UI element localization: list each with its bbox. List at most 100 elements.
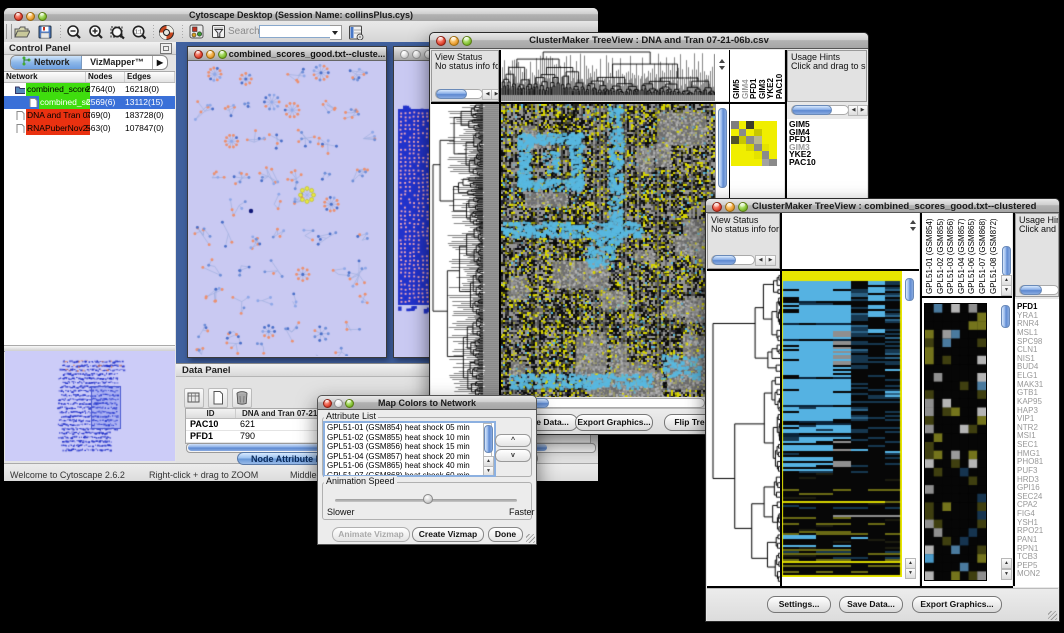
matrix-cell[interactable]: [731, 136, 739, 144]
matrix-cell[interactable]: [754, 121, 762, 129]
matrix-cell[interactable]: [769, 159, 777, 167]
matrix-cell[interactable]: [769, 151, 777, 159]
matrix-cell[interactable]: [746, 136, 754, 144]
matrix-cell[interactable]: [739, 121, 747, 129]
scrollbar-thumb[interactable]: [1020, 285, 1042, 295]
create-vizmap-button[interactable]: Create Vizmap: [412, 527, 484, 542]
matrix-cell[interactable]: [754, 151, 762, 159]
matrix-cell[interactable]: [746, 159, 754, 167]
save-data-button[interactable]: Save Data...: [839, 596, 903, 613]
vizmapper-icon[interactable]: [189, 24, 206, 40]
tv2-zoom-vscrollbar[interactable]: ▲ ▼: [1000, 303, 1011, 581]
scrollbar-thumb[interactable]: [718, 108, 727, 188]
save-icon[interactable]: [37, 24, 54, 40]
attribute-list-item[interactable]: GPL51-03 (GSM856) heat shock 15 min: [325, 442, 494, 452]
tv2-vscrollbar[interactable]: ▲ ▼: [902, 271, 919, 586]
scrollbar-thumb[interactable]: [1001, 305, 1010, 328]
open-folder-icon[interactable]: [13, 24, 30, 40]
resize-grip[interactable]: [526, 534, 535, 543]
view-status-hscrollbar[interactable]: ◀ ▶: [435, 89, 497, 99]
minimize-button[interactable]: [412, 50, 421, 59]
search-input[interactable]: [259, 25, 336, 38]
scrollbar-thumb[interactable]: [436, 89, 467, 99]
zoom-in-icon[interactable]: [88, 24, 105, 40]
toolbar-drag-handle[interactable]: [6, 24, 12, 39]
move-up-button[interactable]: ^: [495, 434, 531, 447]
scroll-down-button[interactable]: ▼: [905, 568, 916, 579]
matrix-cell[interactable]: [739, 136, 747, 144]
scrollbar-thumb[interactable]: [712, 255, 736, 265]
matrix-cell[interactable]: [762, 136, 770, 144]
scroll-right-button[interactable]: ▶: [857, 105, 868, 116]
matrix-cell[interactable]: [754, 159, 762, 167]
scrollbar-thumb[interactable]: [905, 278, 914, 301]
zoom-selected-icon[interactable]: 1:1: [131, 24, 148, 40]
settings-button[interactable]: Settings...: [767, 596, 831, 613]
matrix-cell[interactable]: [769, 144, 777, 152]
matrix-cell[interactable]: [746, 129, 754, 137]
tab-network[interactable]: Network: [11, 56, 82, 69]
resize-grip[interactable]: [1048, 611, 1057, 620]
help-lifesaver-icon[interactable]: [158, 24, 175, 40]
scroll-down-button[interactable]: ▼: [1001, 569, 1012, 580]
network-view-titlebar[interactable]: combined_scores_good.txt--cluste...: [188, 47, 386, 61]
matrix-cell[interactable]: [731, 129, 739, 137]
export-graphics-button[interactable]: Export Graphics...: [912, 596, 1002, 613]
column-header-nodes[interactable]: Nodes: [86, 72, 125, 82]
tab-vizmapper[interactable]: VizMapper™: [82, 56, 153, 69]
treeview2-titlebar[interactable]: ClusterMaker TreeView : combined_scores_…: [706, 199, 1059, 213]
matrix-cell[interactable]: [731, 121, 739, 129]
delete-attribute-button[interactable]: [232, 388, 252, 408]
column-header-id[interactable]: ID: [186, 409, 236, 418]
new-attribute-button[interactable]: [208, 388, 228, 408]
scroll-down-button[interactable]: ▼: [1001, 285, 1012, 296]
matrix-cell[interactable]: [746, 121, 754, 129]
scrollbar-thumb[interactable]: [1002, 246, 1011, 276]
search-dropdown-button[interactable]: [330, 25, 342, 40]
network-canvas[interactable]: [189, 61, 385, 356]
scrollbar-thumb[interactable]: [792, 105, 832, 115]
matrix-cell[interactable]: [731, 144, 739, 152]
matrix-cell[interactable]: [739, 151, 747, 159]
slider-thumb-cap[interactable]: [423, 494, 433, 504]
tv1-heatmap[interactable]: [501, 104, 715, 397]
matrix-cell[interactable]: [762, 121, 770, 129]
float-panel-icon[interactable]: [160, 43, 172, 54]
matrix-cell[interactable]: [731, 151, 739, 159]
birds-eye-view[interactable]: [5, 351, 175, 461]
tab-overflow-arrow[interactable]: ▶: [153, 56, 167, 69]
scroll-up-icon[interactable]: [719, 56, 725, 63]
attribute-list[interactable]: GPL51-01 (GSM854) heat shock 05 min GPL51…: [323, 421, 496, 477]
matrix-cell[interactable]: [746, 151, 754, 159]
matrix-cell[interactable]: [731, 159, 739, 167]
network-table-row[interactable]: combined_sco 2569(6) 13112(15): [4, 96, 175, 109]
zoom-fit-icon[interactable]: [109, 24, 126, 40]
attribute-list-vscrollbar[interactable]: ▲ ▼: [483, 423, 492, 475]
scroll-down-icon[interactable]: [719, 66, 725, 73]
tv1-column-dendrogram[interactable]: [501, 50, 715, 101]
done-button[interactable]: Done: [488, 527, 523, 542]
tv2-labels-vscrollbar[interactable]: ▲ ▼: [1001, 214, 1011, 295]
matrix-cell[interactable]: [754, 136, 762, 144]
attribute-table-icon[interactable]: [348, 24, 365, 40]
column-header-edges[interactable]: Edges: [125, 72, 175, 82]
matrix-cell[interactable]: [739, 144, 747, 152]
scroll-right-button[interactable]: ▶: [491, 89, 499, 100]
matrix-cell[interactable]: [769, 129, 777, 137]
main-titlebar[interactable]: Cytoscape Desktop (Session Name: collins…: [4, 8, 598, 22]
matrix-cell[interactable]: [762, 144, 770, 152]
network-table-row[interactable]: combined_scores 2764(0) 16218(0): [4, 83, 175, 96]
matrix-cell[interactable]: [754, 144, 762, 152]
filter-document-icon[interactable]: [211, 24, 228, 40]
network-table-row[interactable]: RNAPuberNov2+! 563(0) 107847(0): [4, 122, 175, 135]
scroll-up-button[interactable]: ▲: [1001, 558, 1012, 569]
attribute-list-item[interactable]: GPL51-01 (GSM854) heat shock 05 min: [325, 423, 494, 433]
matrix-cell[interactable]: [769, 136, 777, 144]
network-table-row[interactable]: DNA and Tran 07 769(0) 183728(0): [4, 109, 175, 122]
matrix-cell[interactable]: [762, 151, 770, 159]
tv1-labels-hscrollbar[interactable]: ◀ ▶: [791, 105, 865, 115]
tv1-row-dendrogram[interactable]: [431, 104, 499, 397]
close-button[interactable]: [400, 50, 409, 59]
scrollbar-thumb[interactable]: [484, 425, 493, 453]
attribute-list-item[interactable]: GPL51-04 (GSM857) heat shock 20 min: [325, 452, 494, 462]
